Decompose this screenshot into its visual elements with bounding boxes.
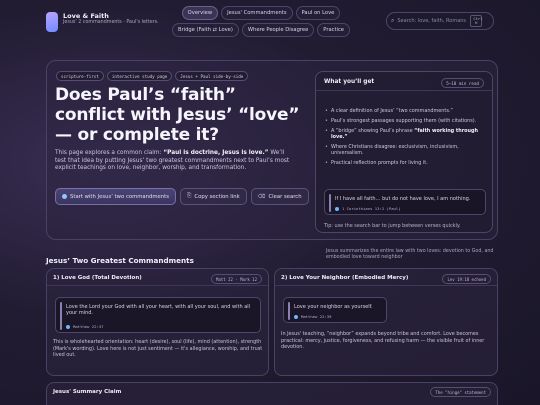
panel-title: 1) Love God (Total Devotion) [53,275,142,281]
copy-link-button[interactable]: ⎘ Copy section link [180,188,247,205]
list-item: Where Christians disagree: exclusivism, … [324,144,488,157]
quote-citation[interactable]: Matthew 22:37 [66,324,103,329]
quote-bar [60,302,62,330]
quote-text: Love your neighbor as yourself. [294,304,373,310]
list-item: A clear definition of Jesus’ “two comman… [324,108,488,115]
tag: interactive study page [106,71,173,81]
read-time-badge: 5–10 min read [441,78,484,88]
panel-title: 2) Love Your Neighbor (Embodied Mercy) [281,275,409,281]
quote-bar [288,302,290,320]
panel-badge: Matt 22 · Mark 12 [211,274,262,284]
tag: Jesus + Paul side-by-side [175,71,249,81]
panel-header: 1) Love God (Total Devotion) Matt 22 · M… [47,269,268,286]
tag: scripture-first [56,71,104,81]
citation-dot-icon [335,206,339,211]
brand-title: Love & Faith [63,12,109,20]
list-item: Practical reflection prompts for living … [324,160,488,167]
lead-claim: “Paul is doctrine, Jesus is love.” [163,150,269,156]
hero-section: scripture-first interactive study page J… [46,60,498,240]
lead-prefix: This page explores a common claim: [55,150,164,156]
search-icon: ⌕ [391,17,395,24]
list-item: A “bridge” showing Paul’s phrase “faith … [324,128,488,141]
panel-badge: Lev 19:18 echoed [442,274,491,284]
quote-block: Love your neighbor as yourself. Matthew … [283,297,387,323]
citation-text: Matthew 22:37 [73,324,104,329]
brand-subtitle: Jesus' 2 commandments · Paul's letters. [63,20,159,25]
brand[interactable]: Love & Faith Jesus' 2 commandments · Pau… [46,12,163,32]
top-bar: Love & Faith Jesus' 2 commandments · Pau… [0,0,540,46]
panel-body: This is wholehearted orientation: heart … [53,339,263,358]
dot-icon [62,194,67,199]
quote-citation[interactable]: Matthew 22:39 [294,314,331,319]
quote-text: Love the Lord your God with all your hea… [66,304,251,317]
section-title: Jesus’ Two Greatest Commandments [46,256,194,265]
panel-body: In Jesus' teaching, “neighbor” expands b… [281,331,485,350]
summary-claim-panel: Jesus' Summary Claim The "hinge" stateme… [46,382,498,405]
what-you-get-card: What you’ll get 5–10 min read A clear de… [315,71,493,233]
start-button-label: Start with Jesus’ two commandments [70,193,169,200]
clear-search-button[interactable]: ⌫ Clear search [250,188,309,205]
hero-actions: Start with Jesus’ two commandments ⎘ Cop… [55,188,309,205]
clear-icon: ⌫ [257,193,266,200]
quote-text: If I have all faith… but do not have lov… [335,196,471,202]
hero-tags: scripture-first interactive study page J… [56,71,249,81]
page-title: Does Paul’s “faith” conflict with Jesus’… [55,85,300,145]
quote-block: If I have all faith… but do not have lov… [324,189,486,215]
nav-practice[interactable]: Practice [317,23,351,37]
nav-jesus-commandments[interactable]: Jesus' Commandments [221,6,293,20]
love-god-panel: 1) Love God (Total Devotion) Matt 22 · M… [46,268,269,376]
main-nav: Overview Jesus' Commandments Paul on Lov… [158,6,364,37]
logo-icon [46,12,58,32]
panel-badge: The "hinge" statement [430,387,491,397]
search-input[interactable] [397,18,468,24]
nav-bridge[interactable]: Bridge (Faith ⇄ Love) [171,23,239,37]
citation-dot-icon [294,314,298,319]
list-item-text: A “bridge” showing Paul’s phrase [331,127,415,134]
shortcut-hint: Ctrl K [470,15,483,27]
citation-dot-icon [66,324,70,329]
quote-citation[interactable]: 1 Corinthians 13:2 (Paul) [335,206,401,211]
search-box[interactable]: ⌕ Ctrl K [386,12,494,30]
panel-title: Jesus' Summary Claim [53,389,122,395]
nav-paul-on-love[interactable]: Paul on Love [295,6,341,20]
copy-link-label: Copy section link [194,193,240,200]
search-tip: Tip: use the search bar to jump between … [324,223,461,229]
section-note: Jesus summarizes the entire law with two… [326,249,494,260]
hero-lead: This page explores a common claim: “Paul… [55,150,290,173]
quote-block: Love the Lord your God with all your hea… [55,297,261,333]
quote-bar [329,194,331,212]
link-icon: ⎘ [187,193,192,199]
nav-overview[interactable]: Overview [181,6,219,20]
love-neighbor-panel: 2) Love Your Neighbor (Embodied Mercy) L… [274,268,498,376]
start-button[interactable]: Start with Jesus’ two commandments [55,188,176,205]
divider [316,90,492,91]
citation-text: Matthew 22:39 [301,314,332,319]
benefit-list: A clear definition of Jesus’ “two comman… [324,108,488,170]
card-title: What you’ll get [324,79,375,85]
citation-text: 1 Corinthians 13:2 (Paul) [342,206,401,211]
nav-disagree[interactable]: Where People Disagree [241,23,315,37]
panel-header: 2) Love Your Neighbor (Embodied Mercy) L… [275,269,497,286]
clear-search-label: Clear search [268,193,302,200]
list-item: Paul’s strongest passages supporting the… [324,118,488,125]
